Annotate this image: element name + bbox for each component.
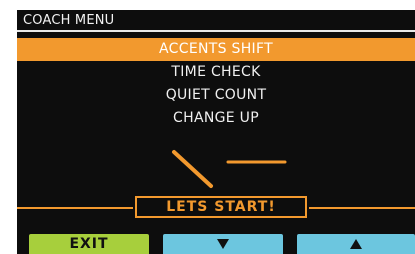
title-bar: COACH MENU bbox=[17, 10, 415, 32]
triangle-up-icon bbox=[350, 239, 362, 249]
lets-start-button[interactable]: LETS START! bbox=[135, 196, 307, 218]
softkey-bar: EXIT bbox=[17, 234, 415, 254]
start-divider-left bbox=[17, 207, 133, 209]
menu-item-accents-shift[interactable]: ACCENTS SHIFT bbox=[17, 38, 415, 61]
menu-item-time-check[interactable]: TIME CHECK bbox=[17, 61, 415, 84]
start-divider-right bbox=[309, 207, 415, 209]
page-title: COACH MENU bbox=[23, 13, 115, 28]
menu-item-change-up[interactable]: CHANGE UP bbox=[17, 107, 415, 130]
down-button[interactable] bbox=[163, 234, 283, 254]
exit-button[interactable]: EXIT bbox=[29, 234, 149, 254]
up-button[interactable] bbox=[297, 234, 415, 254]
title-divider bbox=[17, 30, 415, 32]
triangle-down-icon bbox=[217, 239, 229, 249]
start-row: LETS START! bbox=[17, 196, 415, 220]
coach-menu-list: ACCENTS SHIFT TIME CHECK QUIET COUNT CHA… bbox=[17, 38, 415, 130]
menu-item-quiet-count[interactable]: QUIET COUNT bbox=[17, 84, 415, 107]
metronome-pendulum-icon bbox=[172, 150, 287, 188]
coach-menu-screen: COACH MENU ACCENTS SHIFT TIME CHECK QUIE… bbox=[17, 10, 415, 254]
